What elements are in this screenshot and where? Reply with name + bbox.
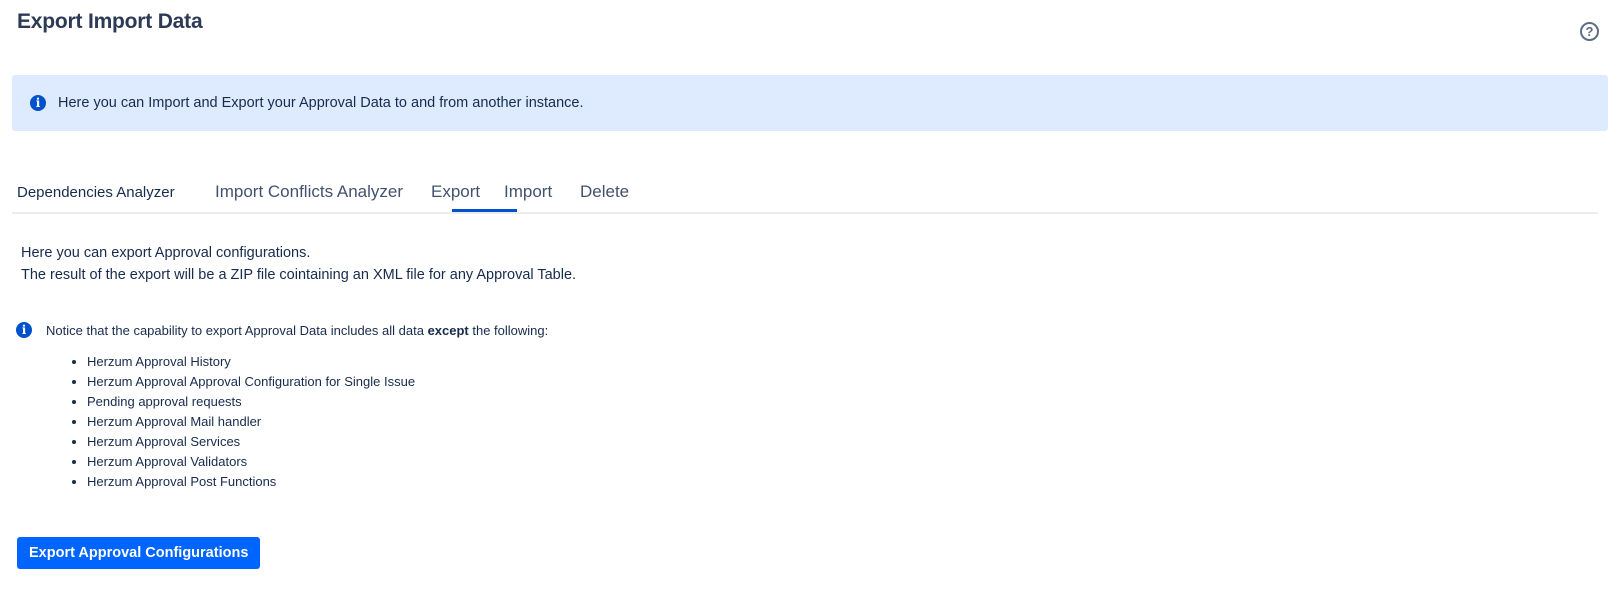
export-approval-configurations-button[interactable]: Export Approval Configurations xyxy=(17,537,261,569)
list-item: Herzum Approval Mail handler xyxy=(87,412,415,432)
tab-dependencies-analyzer[interactable]: Dependencies Analyzer xyxy=(17,184,175,201)
tab-export[interactable]: Export xyxy=(431,182,480,202)
tab-delete[interactable]: Delete xyxy=(580,182,629,202)
export-import-page: Export Import Data ? i Here you can Impo… xyxy=(0,0,1618,600)
export-notice: i Notice that the capability to export A… xyxy=(16,322,548,339)
export-intro: Here you can export Approval configurati… xyxy=(21,242,576,286)
info-icon: i xyxy=(30,95,46,111)
notice-text-after: the following: xyxy=(468,323,549,338)
notice-text: Notice that the capability to export App… xyxy=(46,322,548,339)
notice-text-before: Notice that the capability to export App… xyxy=(46,323,428,338)
tab-bar: Dependencies Analyzer Import Conflicts A… xyxy=(12,172,1598,214)
notice-text-bold: except xyxy=(427,323,469,338)
banner-text: Here you can Import and Export your Appr… xyxy=(58,95,584,111)
tab-import-conflicts-analyzer[interactable]: Import Conflicts Analyzer xyxy=(215,182,403,202)
intro-line: The result of the export will be a ZIP f… xyxy=(21,267,577,283)
list-item: Herzum Approval Services xyxy=(87,432,415,452)
list-item: Herzum Approval History xyxy=(87,352,415,372)
exceptions-list: Herzum Approval History Herzum Approval … xyxy=(47,352,415,492)
help-icon[interactable]: ? xyxy=(1580,22,1599,41)
list-item: Pending approval requests xyxy=(87,392,415,412)
info-banner: i Here you can Import and Export your Ap… xyxy=(12,75,1608,131)
active-tab-indicator xyxy=(452,209,517,212)
info-icon: i xyxy=(16,322,32,338)
intro-line: Here you can export Approval configurati… xyxy=(21,245,311,261)
list-item: Herzum Approval Validators xyxy=(87,452,415,472)
page-title: Export Import Data xyxy=(17,10,203,33)
list-item: Herzum Approval Post Functions xyxy=(87,472,415,492)
list-item: Herzum Approval Approval Configuration f… xyxy=(87,372,415,392)
tab-import[interactable]: Import xyxy=(504,182,552,202)
